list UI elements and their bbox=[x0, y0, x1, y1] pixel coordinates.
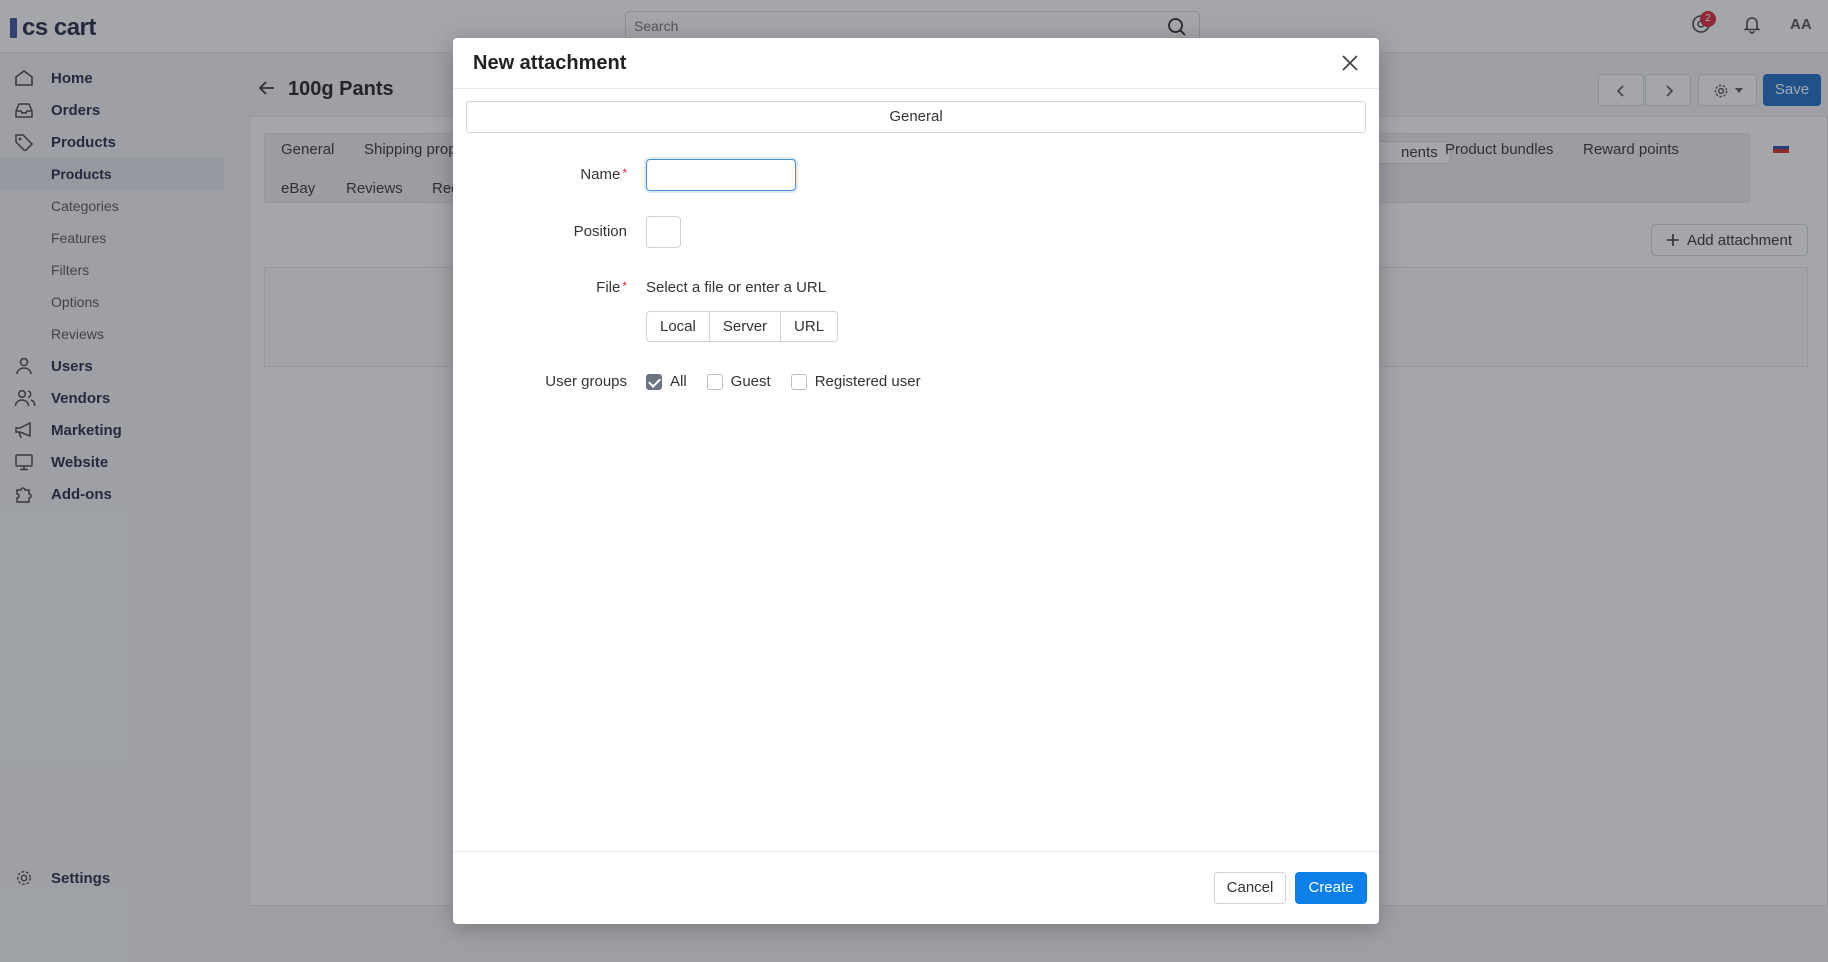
required-marker: * bbox=[622, 279, 627, 293]
name-label: Name * bbox=[580, 166, 627, 183]
create-button[interactable]: Create bbox=[1295, 872, 1367, 904]
user-groups-checkboxes: All Guest Registered user bbox=[646, 373, 941, 390]
user-group-label: Registered user bbox=[814, 373, 921, 390]
user-group-label: Guest bbox=[730, 373, 771, 390]
user-group-guest[interactable]: Guest bbox=[706, 373, 771, 390]
dialog-header: New attachment bbox=[453, 38, 1379, 89]
position-label-wrap: Position bbox=[453, 223, 627, 243]
file-hint-text: Select a file or enter a URL bbox=[646, 279, 827, 296]
dialog-title: New attachment bbox=[473, 52, 627, 74]
close-icon[interactable] bbox=[1341, 54, 1359, 72]
position-field[interactable] bbox=[646, 216, 681, 248]
user-group-registered[interactable]: Registered user bbox=[790, 373, 921, 390]
position-label: Position bbox=[573, 223, 627, 240]
required-marker: * bbox=[622, 166, 627, 180]
name-label-text: Name bbox=[580, 166, 621, 183]
checkbox-all[interactable] bbox=[646, 373, 662, 390]
file-source-local-button[interactable]: Local bbox=[647, 312, 710, 341]
name-label-wrap: Name * bbox=[453, 166, 627, 186]
tab-general[interactable]: General bbox=[466, 101, 1366, 133]
cancel-button[interactable]: Cancel bbox=[1214, 872, 1286, 904]
file-source-url-button[interactable]: URL bbox=[781, 312, 837, 341]
file-label-wrap: File * bbox=[453, 279, 627, 299]
user-groups-label: User groups bbox=[545, 373, 627, 390]
file-source-selector: Local Server URL bbox=[646, 311, 839, 342]
dialog-footer: Cancel Create bbox=[453, 851, 1379, 924]
checkbox-registered-user[interactable] bbox=[790, 373, 807, 390]
new-attachment-dialog: New attachment General Name * Position Fi… bbox=[453, 38, 1379, 924]
checkbox-guest[interactable] bbox=[706, 373, 723, 390]
user-group-label: All bbox=[670, 373, 687, 390]
file-label: File * bbox=[596, 279, 627, 296]
file-label-text: File bbox=[596, 279, 621, 296]
file-source-server-button[interactable]: Server bbox=[710, 312, 782, 341]
name-field[interactable] bbox=[646, 159, 796, 191]
user-groups-label-wrap: User groups bbox=[453, 373, 627, 393]
user-group-all[interactable]: All bbox=[646, 373, 687, 390]
